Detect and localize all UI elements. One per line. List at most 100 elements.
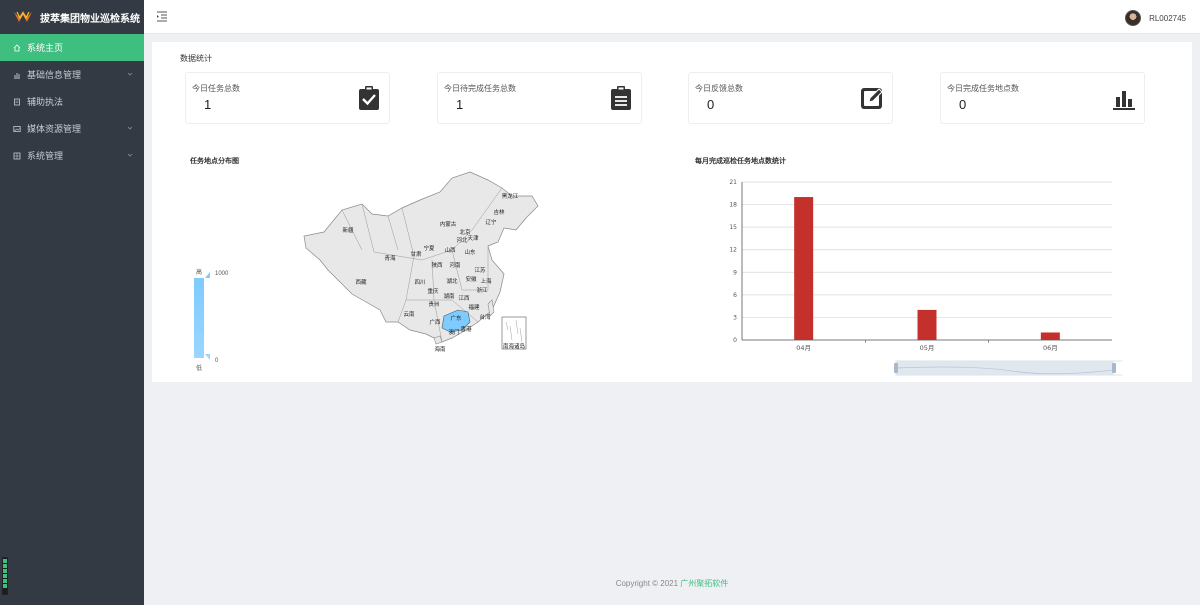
zoom-slider-handle-right[interactable] (1112, 363, 1116, 373)
sidebar-item-media[interactable]: 媒体资源管理 (0, 115, 144, 142)
bar[interactable] (794, 197, 814, 340)
map-label: 北京 (459, 228, 471, 236)
y-tick-label: 3 (733, 314, 737, 321)
bar-chart[interactable]: 0 3 6 9 12 15 18 21 04月 05月 06月 (712, 172, 1122, 382)
menu-toggle-icon[interactable] (156, 10, 168, 22)
x-tick-label: 04月 (796, 344, 811, 352)
map-label: 青海 (384, 254, 396, 262)
x-tick-label: 05月 (920, 344, 935, 352)
y-tick-label: 0 (733, 337, 737, 344)
user-menu[interactable]: RL002745 (1125, 10, 1186, 26)
map-label: 辽宁 (485, 218, 497, 226)
map-label: 吉林 (493, 208, 505, 216)
legend-min-label: 0 (215, 358, 219, 364)
sidebar-item-label: 系统主页 (27, 43, 64, 53)
zoom-slider-handle-left[interactable] (894, 363, 898, 373)
map-label: 重庆 (427, 287, 439, 295)
image-icon (13, 125, 21, 133)
legend-max-label: 1000 (215, 271, 229, 277)
china-map[interactable]: 黑龙江吉林辽宁 内蒙古北京天津河北山西 山东 新疆青海 甘肃宁夏陕西 河南江苏安徽 上海 西藏… (302, 170, 542, 355)
edit-icon (861, 88, 883, 109)
map-label: 浙江 (476, 286, 488, 294)
map-label: 河南 (449, 261, 461, 269)
stat-value: 0 (959, 97, 967, 112)
legend-high-label: 高 (196, 270, 203, 276)
stat-label: 今日待完成任务总数 (444, 84, 516, 93)
map-label: 江西 (458, 295, 470, 302)
stat-card-locations: 今日完成任务地点数 0 (940, 72, 1145, 124)
stat-card-tasks: 今日任务总数 1 (185, 72, 390, 124)
map-label: 广西 (429, 318, 441, 326)
stat-card-feedback: 今日反馈总数 0 (688, 72, 893, 124)
map-label: 西藏 (355, 278, 367, 286)
map-label: 山东 (464, 248, 476, 256)
legend-handle-bottom[interactable] (205, 354, 210, 360)
map-label: 黑龙江 (502, 192, 519, 200)
map-label: 湖南 (443, 292, 455, 300)
map-label: 山西 (444, 246, 456, 254)
legend-handle-top[interactable] (205, 272, 210, 278)
visual-map-bar[interactable] (194, 278, 204, 358)
legend-low-label: 低 (196, 366, 203, 372)
map-label: 澳门 (448, 328, 459, 336)
map-label: 云南 (403, 310, 415, 318)
chevron-down-icon (127, 126, 133, 130)
map-label: 河北 (456, 236, 468, 244)
map-label: 江苏 (474, 266, 486, 274)
sidebar-item-system[interactable]: 系统管理 (0, 142, 144, 169)
avatar[interactable] (1125, 10, 1142, 26)
map-label: 内蒙古 (440, 220, 457, 228)
brand-link[interactable]: 广州聚拓软件 (680, 579, 728, 588)
sidebar-item-label: 基础信息管理 (27, 70, 82, 80)
stat-label: 今日任务总数 (192, 84, 240, 93)
y-tick-label: 9 (733, 269, 737, 276)
logo-icon (14, 11, 32, 22)
map-label: 新疆 (342, 226, 354, 234)
logo: 拔萃集团物业巡检系统 (0, 0, 144, 34)
sidebar: 拔萃集团物业巡检系统 系统主页 基础信息管理 辅助执法 媒体资源管理 系统管理 (0, 0, 144, 605)
username[interactable]: RL002745 (1149, 14, 1186, 23)
home-icon (13, 43, 21, 52)
stat-card-pending: 今日待完成任务总数 1 (437, 72, 642, 124)
stat-value: 1 (456, 97, 464, 112)
sidebar-item-basic-info[interactable]: 基础信息管理 (0, 61, 144, 88)
volume-indicator (2, 557, 8, 595)
document-icon (13, 98, 21, 106)
y-tick-label: 21 (729, 179, 737, 186)
topbar: RL002745 (144, 0, 1200, 34)
y-tick-label: 12 (729, 247, 737, 254)
map-label: 湖北 (446, 277, 458, 285)
clipboard-list-icon (611, 86, 631, 110)
grid-icon (13, 152, 21, 160)
map-label: 天津 (467, 235, 479, 242)
y-tick-label: 15 (729, 224, 737, 231)
bar[interactable] (1040, 332, 1060, 340)
map-label: 广东 (450, 314, 462, 322)
y-tick-label: 6 (733, 292, 737, 299)
bar[interactable] (917, 309, 937, 340)
map-label: 上海 (480, 277, 492, 285)
map-title: 任务地点分布图 (190, 158, 239, 165)
x-tick-label: 06月 (1043, 344, 1058, 352)
stat-value: 0 (707, 97, 715, 112)
sidebar-item-label: 系统管理 (27, 151, 64, 161)
map-label: 贵州 (428, 300, 439, 308)
map-label: 安徽 (465, 275, 477, 283)
chevron-down-icon (127, 72, 133, 76)
map-label: 福建 (468, 303, 480, 311)
dashboard-panel: 数据统计 今日任务总数 1 今日待完成任务总数 1 今日反馈总数 0 今日完成任… (152, 42, 1192, 382)
app-title: 拔萃集团物业巡检系统 (40, 13, 140, 25)
section-title: 数据统计 (180, 54, 212, 63)
sidebar-item-law-enforcement[interactable]: 辅助执法 (0, 88, 144, 115)
clipboard-check-icon (359, 86, 379, 110)
sidebar-item-home[interactable]: 系统主页 (0, 34, 144, 61)
bar-chart-title: 每月完成巡检任务地点数统计 (695, 158, 786, 165)
stat-value: 1 (204, 97, 212, 112)
stat-label: 今日完成任务地点数 (947, 84, 1019, 93)
sidebar-item-label: 辅助执法 (27, 97, 64, 107)
map-label: 宁夏 (423, 244, 435, 252)
map-label: 海南 (434, 345, 446, 353)
sidebar-item-label: 媒体资源管理 (27, 124, 82, 134)
map-label: 香港 (460, 325, 472, 333)
y-tick-label: 18 (729, 202, 737, 209)
